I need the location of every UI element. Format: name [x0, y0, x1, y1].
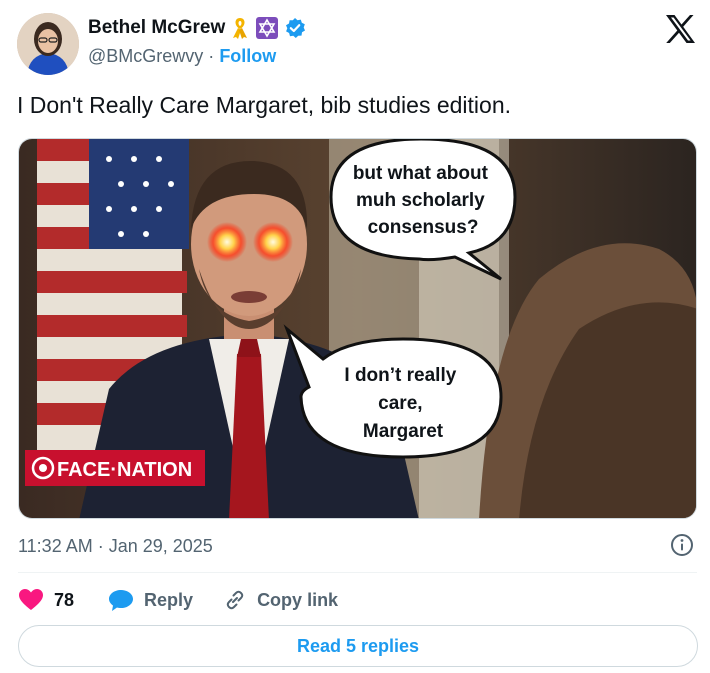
laser-eye-left [207, 222, 247, 262]
tweet-media[interactable]: FACE·NATION but what about muh scholarly… [18, 138, 697, 519]
author-avatar[interactable] [17, 13, 79, 75]
bubble-top-text: but what about muh scholarly consensus? [353, 163, 493, 238]
heart-icon [19, 589, 43, 610]
laser-eye-right [253, 222, 293, 262]
read-replies-button[interactable]: Read 5 replies [18, 625, 698, 667]
link-icon [226, 590, 244, 610]
tweet-text: I Don't Really Care Margaret, bib studie… [17, 92, 512, 118]
copy-link-button[interactable]: Copy link [223, 588, 338, 612]
star-of-david-icon [256, 17, 279, 39]
yellow-ribbon-icon [233, 18, 248, 39]
x-logo-icon[interactable] [664, 14, 696, 44]
meme-image: FACE·NATION but what about muh scholarly… [19, 139, 696, 518]
like-count: 78 [54, 589, 75, 610]
face-the-nation-logo: FACE·NATION [25, 450, 205, 486]
like-button[interactable]: 78 [18, 588, 74, 612]
network-logo-text: FACE·NATION [57, 459, 192, 481]
author-handle[interactable]: @BMcGrewvy [88, 46, 203, 66]
copy-link-label: Copy link [257, 589, 339, 610]
verified-badge-icon [286, 18, 306, 38]
separator: · [208, 46, 215, 66]
reply-bubble-icon [109, 590, 134, 611]
follow-button[interactable]: Follow [219, 46, 276, 66]
info-icon[interactable] [670, 533, 694, 557]
reply-label: Reply [144, 589, 194, 610]
action-bar: 78 Reply Copy link [18, 586, 338, 614]
reply-button[interactable]: Reply [108, 588, 193, 612]
author-name[interactable]: Bethel McGrew [88, 17, 225, 39]
avatar-image [17, 13, 79, 75]
tweet-timestamp[interactable]: 11:32 AM · Jan 29, 2025 [18, 536, 213, 557]
divider [18, 572, 697, 573]
